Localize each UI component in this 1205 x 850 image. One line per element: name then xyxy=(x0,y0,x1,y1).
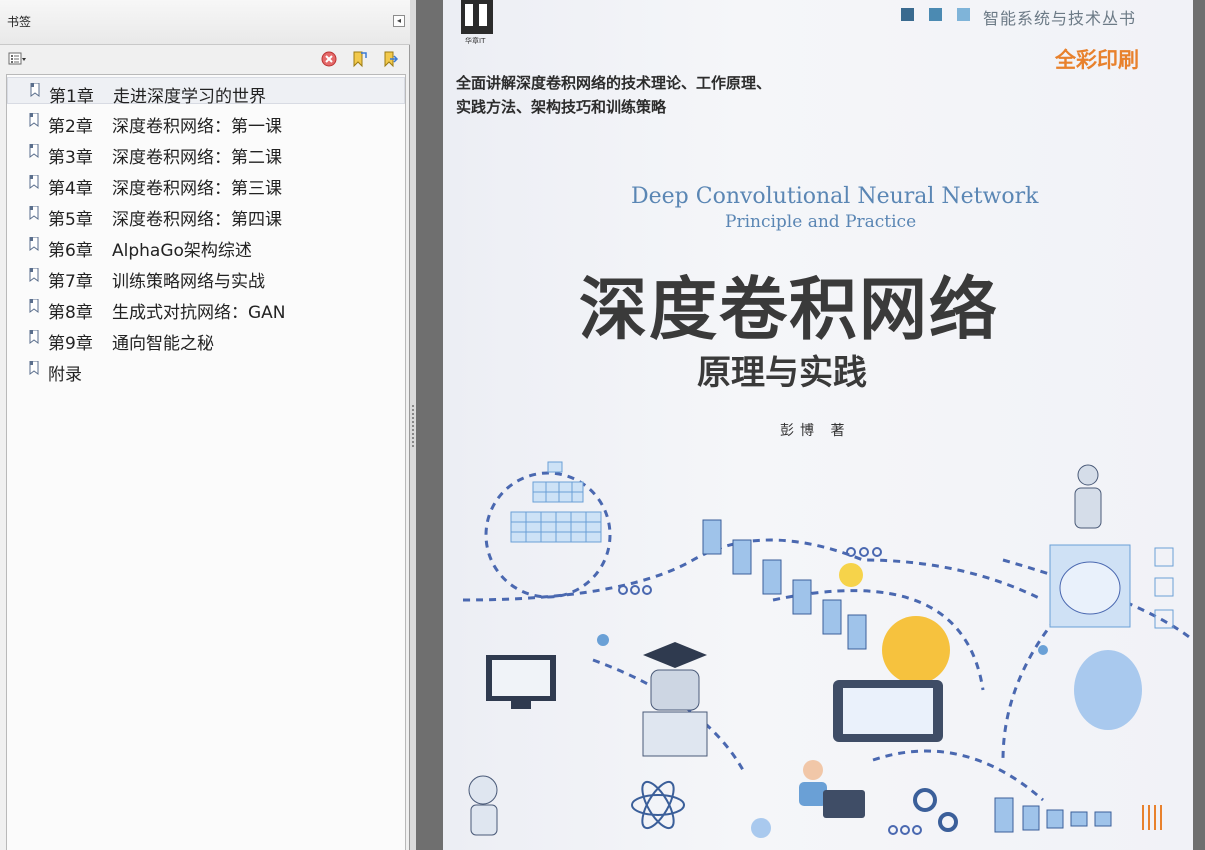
bookmark-item-chapter-9[interactable]: 第9章 通向智能之秘 xyxy=(7,325,405,354)
bookmark-item-chapter-3[interactable]: 第3章 深度卷积网络：第二课 xyxy=(7,139,405,168)
panel-title: 书签 xyxy=(7,15,32,29)
cover-title-cn: 深度卷积网络 xyxy=(579,270,1000,350)
bookmark-icon xyxy=(29,175,39,189)
cover-author: 彭博 著 xyxy=(780,423,851,439)
cover-tagline-1: 全面讲解深度卷积网络的技术理论、工作原理、 xyxy=(456,74,772,92)
bookmark-item-chapter-8[interactable]: 第8章 生成式对抗网络：GAN xyxy=(7,294,405,323)
bookmark-number: 第1章 xyxy=(49,87,94,107)
bookmark-item-chapter-5[interactable]: 第5章 深度卷积网络：第四课 xyxy=(7,201,405,230)
bookmark-number: 第4章 xyxy=(48,179,93,199)
bookmark-list: 第1章 走进深度学习的世界 第2章 深度卷积网络：第一课 第3章 深度卷积网络：… xyxy=(6,74,406,850)
bookmark-title: 深度卷积网络：第二课 xyxy=(112,148,282,168)
bookmark-number: 第2章 xyxy=(48,117,93,137)
bookmark-icon xyxy=(29,330,39,344)
bookmark-item-chapter-6[interactable]: 第6章 AlphaGo架构综述 xyxy=(7,232,405,261)
bookmark-icon xyxy=(29,361,39,375)
bookmark-number: 第5章 xyxy=(48,210,93,230)
bookmarks-panel: 书签 ◂ 第1章 走进深度学习的世界 第2章 深度卷积网络：第一课 第3章 深度… xyxy=(0,0,410,850)
full-color-badge: 全彩印刷 xyxy=(1055,48,1139,72)
bookmark-icon xyxy=(29,144,39,158)
new-bookmark-icon[interactable] xyxy=(350,50,368,68)
bookmark-icon xyxy=(30,83,40,97)
splitter-grip[interactable] xyxy=(412,405,414,447)
publisher-logo-text: 华章IT xyxy=(465,37,486,45)
cover-subtitle-cn: 原理与实践 xyxy=(697,353,867,393)
bookmark-icon xyxy=(29,268,39,282)
bookmark-item-chapter-2[interactable]: 第2章 深度卷积网络：第一课 xyxy=(7,108,405,137)
bookmark-icon xyxy=(29,206,39,220)
series-name: 智能系统与技术丛书 xyxy=(983,9,1137,28)
bookmark-title: 深度卷积网络：第一课 xyxy=(112,117,282,137)
bookmark-item-chapter-7[interactable]: 第7章 训练策略网络与实战 xyxy=(7,263,405,292)
bookmark-item-appendix[interactable]: 附录 xyxy=(7,356,405,385)
panel-header: 书签 ◂ xyxy=(0,0,410,45)
bookmark-title: 训练策略网络与实战 xyxy=(112,272,265,292)
bookmarks-toolbar xyxy=(0,45,410,73)
bookmark-icon xyxy=(29,113,39,127)
bookmark-number: 附录 xyxy=(48,365,82,385)
collapse-panel-button[interactable]: ◂ xyxy=(393,15,405,27)
bookmark-number: 第9章 xyxy=(48,334,93,354)
bookmark-title: 走进深度学习的世界 xyxy=(113,87,266,107)
bookmark-title: 通向智能之秘 xyxy=(112,334,214,354)
book-cover-page: 华章IT 智能系统与技术丛书 全彩印刷 全面讲解深度卷积网络的技术理论、工作原理… xyxy=(443,0,1193,850)
bookmark-number: 第8章 xyxy=(48,303,93,323)
bookmark-title: 深度卷积网络：第三课 xyxy=(112,179,282,199)
bookmark-title: AlphaGo架构综述 xyxy=(112,241,252,261)
series-square-icon xyxy=(929,8,942,21)
cover-title-en: Deep Convolutional Neural Network xyxy=(631,184,1039,209)
bookmark-title: 生成式对抗网络：GAN xyxy=(112,303,286,323)
bookmark-number: 第3章 xyxy=(48,148,93,168)
bookmark-number: 第6章 xyxy=(48,241,93,261)
cover-subtitle-en: Principle and Practice xyxy=(725,212,917,232)
series-square-icon xyxy=(901,8,914,21)
bookmark-icon xyxy=(29,237,39,251)
bookmark-icon xyxy=(29,299,39,313)
bookmark-number: 第7章 xyxy=(48,272,93,292)
bookmark-title: 深度卷积网络：第四课 xyxy=(112,210,282,230)
delete-bookmark-icon[interactable] xyxy=(320,50,338,68)
bookmark-item-chapter-1[interactable]: 第1章 走进深度学习的世界 xyxy=(7,77,405,107)
bookmark-item-chapter-4[interactable]: 第4章 深度卷积网络：第三课 xyxy=(7,170,405,199)
expand-bookmark-icon[interactable] xyxy=(381,50,399,68)
options-menu-icon[interactable] xyxy=(8,50,26,68)
cover-tagline-2: 实践方法、架构技巧和训练策略 xyxy=(456,98,667,116)
series-square-icon xyxy=(957,8,970,21)
